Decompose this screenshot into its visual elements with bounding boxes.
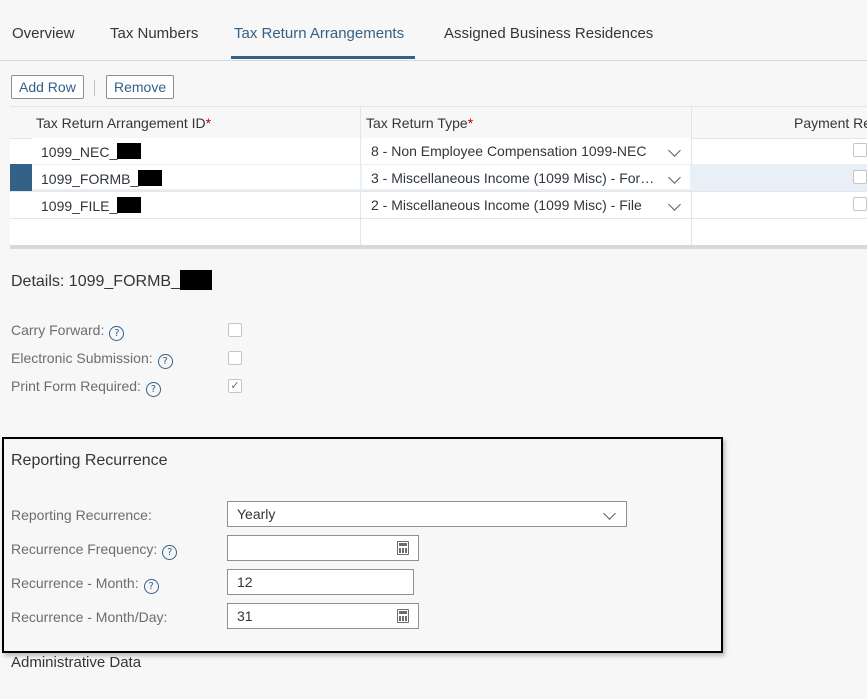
recurrence-frequency-input[interactable] bbox=[227, 535, 419, 561]
help-icon[interactable]: ? bbox=[157, 354, 173, 369]
table-scrollbar[interactable] bbox=[10, 245, 867, 249]
help-icon[interactable]: ? bbox=[145, 382, 161, 397]
active-tab-indicator bbox=[231, 56, 415, 59]
calculator-icon[interactable] bbox=[397, 609, 409, 623]
tab-tax-numbers[interactable]: Tax Numbers bbox=[110, 25, 198, 42]
details-title: Details: 1099_FORMB_ bbox=[11, 270, 212, 291]
print-form-required-label: Print Form Required:? bbox=[11, 378, 161, 397]
administrative-data-title: Administrative Data bbox=[11, 654, 142, 671]
column-header-id[interactable]: Tax Return Arrangement ID* bbox=[36, 115, 211, 131]
help-icon[interactable]: ? bbox=[143, 579, 159, 594]
help-icon[interactable]: ? bbox=[109, 326, 125, 341]
tab-overview[interactable]: Overview bbox=[12, 25, 75, 42]
payment-checkbox[interactable] bbox=[853, 143, 867, 157]
chevron-down-icon[interactable] bbox=[603, 507, 616, 520]
tax-return-arrangements-table: Tax Return Arrangement ID* Tax Return Ty… bbox=[10, 106, 867, 249]
row-selector[interactable] bbox=[10, 191, 32, 218]
row-selector[interactable] bbox=[10, 137, 32, 164]
table-row[interactable]: 1099_FILE_ 2 - Miscellaneous Income (109… bbox=[10, 191, 867, 219]
electronic-submission-label: Electronic Submission:? bbox=[11, 350, 173, 369]
column-header-type[interactable]: Tax Return Type* bbox=[366, 115, 473, 131]
help-icon[interactable]: ? bbox=[162, 545, 178, 560]
arrangement-id-input[interactable]: 1099_FORMB_ bbox=[32, 165, 360, 189]
table-row-empty[interactable] bbox=[10, 218, 867, 246]
tab-bar: Overview Tax Numbers Tax Return Arrangem… bbox=[0, 0, 867, 61]
toolbar-separator bbox=[94, 80, 95, 96]
required-marker: * bbox=[205, 115, 212, 131]
recurrence-month-label: Recurrence - Month:? bbox=[11, 575, 159, 594]
carry-forward-label: Carry Forward:? bbox=[11, 322, 125, 341]
tab-assigned-business-residences[interactable]: Assigned Business Residences bbox=[444, 25, 653, 42]
remove-button[interactable]: Remove bbox=[106, 75, 175, 99]
required-marker: * bbox=[467, 115, 474, 131]
tax-return-type-select[interactable]: 3 - Miscellaneous Income (1099 Misc) - F… bbox=[362, 165, 690, 189]
redaction bbox=[117, 197, 142, 213]
table-row[interactable]: 1099_NEC_ 8 - Non Employee Compensation … bbox=[10, 137, 867, 165]
recurrence-frequency-label: Recurrence Frequency:? bbox=[11, 541, 178, 560]
payment-checkbox[interactable] bbox=[853, 197, 867, 211]
payment-checkbox[interactable] bbox=[853, 170, 867, 184]
column-header-payment[interactable]: Payment Re bbox=[794, 115, 867, 131]
table-header: Tax Return Arrangement ID* Tax Return Ty… bbox=[10, 106, 867, 139]
recurrence-monthday-label: Recurrence - Month/Day: bbox=[11, 609, 168, 625]
tax-return-type-select[interactable]: 8 - Non Employee Compensation 1099-NEC bbox=[362, 138, 690, 162]
chevron-down-icon[interactable] bbox=[668, 171, 681, 184]
tab-tax-return-arrangements[interactable]: Tax Return Arrangements bbox=[234, 25, 404, 42]
chevron-down-icon[interactable] bbox=[668, 144, 681, 157]
recurrence-monthday-input[interactable]: 31 bbox=[227, 603, 419, 629]
table-row[interactable]: 1099_FORMB_ 3 - Miscellaneous Income (10… bbox=[10, 164, 867, 192]
panel-title: Reporting Recurrence bbox=[11, 452, 168, 469]
row-selector[interactable] bbox=[10, 164, 32, 191]
print-form-required-checkbox[interactable]: ✓ bbox=[228, 379, 242, 393]
reporting-recurrence-select[interactable]: Yearly bbox=[227, 501, 627, 527]
recurrence-month-input[interactable]: 12 bbox=[227, 569, 414, 595]
redaction bbox=[179, 270, 212, 290]
arrangement-id-input[interactable]: 1099_FILE_ bbox=[32, 192, 360, 216]
redaction bbox=[138, 170, 163, 186]
chevron-down-icon[interactable] bbox=[668, 198, 681, 211]
redaction bbox=[117, 143, 142, 159]
tax-return-type-select[interactable]: 2 - Miscellaneous Income (1099 Misc) - F… bbox=[362, 192, 690, 216]
carry-forward-checkbox[interactable] bbox=[228, 323, 242, 337]
reporting-recurrence-label: Reporting Recurrence: bbox=[11, 507, 152, 523]
arrangement-id-input[interactable]: 1099_NEC_ bbox=[32, 138, 360, 162]
add-row-button[interactable]: Add Row bbox=[11, 75, 84, 99]
calculator-icon[interactable] bbox=[397, 541, 409, 555]
electronic-submission-checkbox[interactable] bbox=[228, 351, 242, 365]
